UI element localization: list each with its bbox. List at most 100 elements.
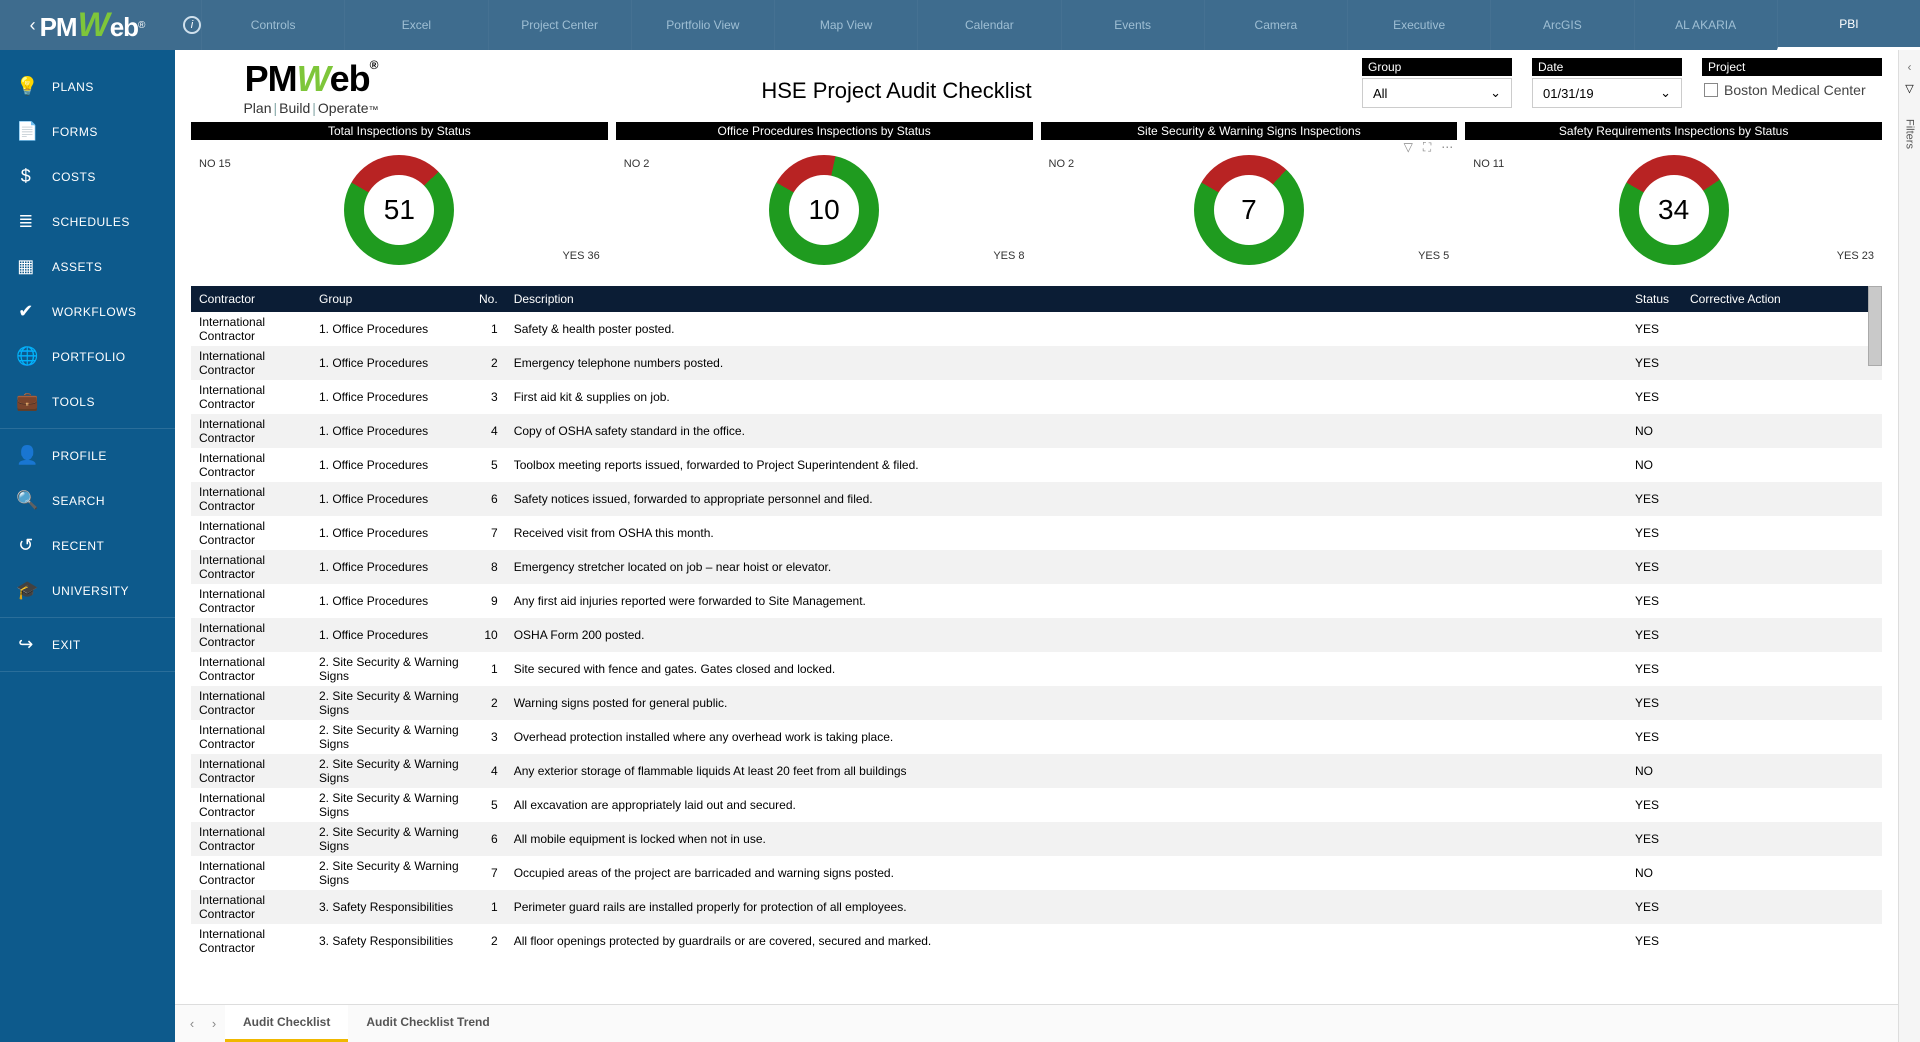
sidebar-item-label: PLANS [52,80,94,94]
tab-nav-prev[interactable]: ‹ [181,1016,203,1031]
top-tab-al-akaria[interactable]: AL AKARIA [1634,0,1777,50]
sidebar-item-plans[interactable]: 💡PLANS [0,64,175,109]
focus-icon[interactable]: ⛶ [1423,140,1431,155]
bottom-tab-audit-checklist[interactable]: Audit Checklist [225,1005,348,1042]
chevron-left-icon[interactable]: ‹ [1908,60,1912,74]
table-row[interactable]: International Contractor2. Site Security… [191,822,1882,856]
table-row[interactable]: International Contractor2. Site Security… [191,856,1882,890]
sidebar-item-label: PORTFOLIO [52,350,126,364]
bottom-tab-audit-checklist-trend[interactable]: Audit Checklist Trend [348,1005,507,1042]
table-row[interactable]: International Contractor2. Site Security… [191,720,1882,754]
top-tab-camera[interactable]: Camera [1204,0,1347,50]
sidebar-item-workflows[interactable]: ✔WORKFLOWS [0,289,175,334]
table-row[interactable]: International Contractor1. Office Proced… [191,550,1882,584]
chart-body[interactable]: NO 210YES 8 [616,140,1033,280]
filter-group: Group All ⌄ [1362,58,1512,108]
more-icon[interactable]: ⋯ [1441,140,1453,155]
scrollbar-thumb[interactable] [1868,286,1882,366]
charts-row: Total Inspections by StatusNO 1551YES 36… [191,122,1882,280]
checkbox-icon[interactable] [1704,83,1718,97]
top-tab-executive[interactable]: Executive [1347,0,1490,50]
table-row[interactable]: International Contractor3. Safety Respon… [191,890,1882,924]
top-tab-events[interactable]: Events [1061,0,1204,50]
exit-icon: ↪ [16,634,36,655]
filters-rail[interactable]: ‹ ▽ Filters [1898,50,1920,1042]
table-row[interactable]: International Contractor1. Office Proced… [191,448,1882,482]
brand-logo: PMWeb [40,6,138,45]
top-tab-project-center[interactable]: Project Center [488,0,631,50]
top-tab-portfolio-view[interactable]: Portfolio View [631,0,774,50]
no-label: NO 11 [1473,158,1504,170]
table-row[interactable]: International Contractor1. Office Proced… [191,584,1882,618]
chart-0: Total Inspections by StatusNO 1551YES 36 [191,122,608,280]
chart-title: Office Procedures Inspections by Status [616,122,1033,140]
col-header[interactable]: Contractor [191,286,311,312]
sidebar-item-university[interactable]: 🎓UNIVERSITY [0,568,175,613]
chart-body[interactable]: NO 1134YES 23 [1465,140,1882,280]
sidebar-item-search[interactable]: 🔍SEARCH [0,478,175,523]
table-row[interactable]: International Contractor1. Office Proced… [191,380,1882,414]
table-row[interactable]: International Contractor1. Office Proced… [191,312,1882,346]
top-tab-controls[interactable]: Controls [201,0,344,50]
col-header[interactable]: Corrective Action [1682,286,1882,312]
sidebar-item-recent[interactable]: ↺RECENT [0,523,175,568]
sidebar-item-portfolio[interactable]: 🌐PORTFOLIO [0,334,175,379]
yes-label: YES 36 [562,250,599,262]
sidebar-item-label: SEARCH [52,494,105,508]
table-row[interactable]: International Contractor1. Office Proced… [191,414,1882,448]
chart-body[interactable]: ▽⛶⋯NO 27YES 5 [1041,140,1458,280]
table-row[interactable]: International Contractor2. Site Security… [191,652,1882,686]
sidebar-item-tools[interactable]: 💼TOOLS [0,379,175,424]
donut-total: 51 [364,175,434,245]
table-row[interactable]: International Contractor1. Office Proced… [191,482,1882,516]
filter-icon[interactable]: ▽ [1404,140,1413,155]
top-tab-pbi[interactable]: PBI [1777,0,1920,50]
no-label: NO 2 [1049,158,1075,170]
chart-1: Office Procedures Inspections by StatusN… [616,122,1033,280]
table-row[interactable]: International Contractor2. Site Security… [191,788,1882,822]
col-header[interactable]: Status [1627,286,1682,312]
nav-icon: 💼 [16,391,36,412]
filter-project: Project Boston Medical Center [1702,58,1882,102]
table-row[interactable]: International Contractor1. Office Proced… [191,618,1882,652]
sidebar-item-schedules[interactable]: ≣SCHEDULES [0,199,175,244]
sidebar-item-label: WORKFLOWS [52,305,137,319]
chart-body[interactable]: NO 1551YES 36 [191,140,608,280]
tab-nav-next[interactable]: › [203,1016,225,1031]
sidebar-item-assets[interactable]: ▦ ASSETS [0,244,175,289]
logo-area: ‹ PMWeb ® [0,6,175,45]
bottom-tabs: ‹ › Audit ChecklistAudit Checklist Trend [175,1004,1898,1042]
chart-title: Safety Requirements Inspections by Statu… [1465,122,1882,140]
table-wrap[interactable]: ContractorGroupNo.DescriptionStatusCorre… [191,286,1882,1004]
table-row[interactable]: International Contractor1. Office Proced… [191,516,1882,550]
brand-block: PMWeb® Plan|Build|Operate™ [191,58,431,116]
col-header[interactable]: Group [311,286,471,312]
table-row[interactable]: International Contractor1. Office Proced… [191,346,1882,380]
top-tab-map-view[interactable]: Map View [774,0,917,50]
table-row[interactable]: International Contractor3. Safety Respon… [191,924,1882,958]
donut-chart: 51 [344,155,454,265]
group-dropdown[interactable]: All ⌄ [1362,78,1512,108]
topbar: ‹ PMWeb ® i ControlsExcelProject CenterP… [0,0,1920,50]
chevron-down-icon: ⌄ [1490,85,1501,101]
sidebar-item-label: ASSETS [52,260,102,274]
table-row[interactable]: International Contractor2. Site Security… [191,686,1882,720]
sidebar-item-forms[interactable]: 📄FORMS [0,109,175,154]
donut-chart: 10 [769,155,879,265]
top-tab-arcgis[interactable]: ArcGIS [1490,0,1633,50]
col-header[interactable]: No. [471,286,506,312]
sidebar-item-profile[interactable]: 👤PROFILE [0,433,175,478]
sidebar-item-costs[interactable]: $COSTS [0,154,175,199]
top-tab-calendar[interactable]: Calendar [917,0,1060,50]
sidebar-item-exit[interactable]: ↪ EXIT [0,622,175,667]
chart-2: Site Security & Warning Signs Inspection… [1041,122,1458,280]
back-icon[interactable]: ‹ [30,15,36,36]
date-dropdown[interactable]: 01/31/19 ⌄ [1532,78,1682,108]
nav-icon: ▦ [16,256,36,277]
col-header[interactable]: Description [506,286,1627,312]
chart-3: Safety Requirements Inspections by Statu… [1465,122,1882,280]
top-tab-excel[interactable]: Excel [344,0,487,50]
project-checkbox-row[interactable]: Boston Medical Center [1702,78,1882,102]
info-icon[interactable]: i [183,16,201,34]
table-row[interactable]: International Contractor2. Site Security… [191,754,1882,788]
